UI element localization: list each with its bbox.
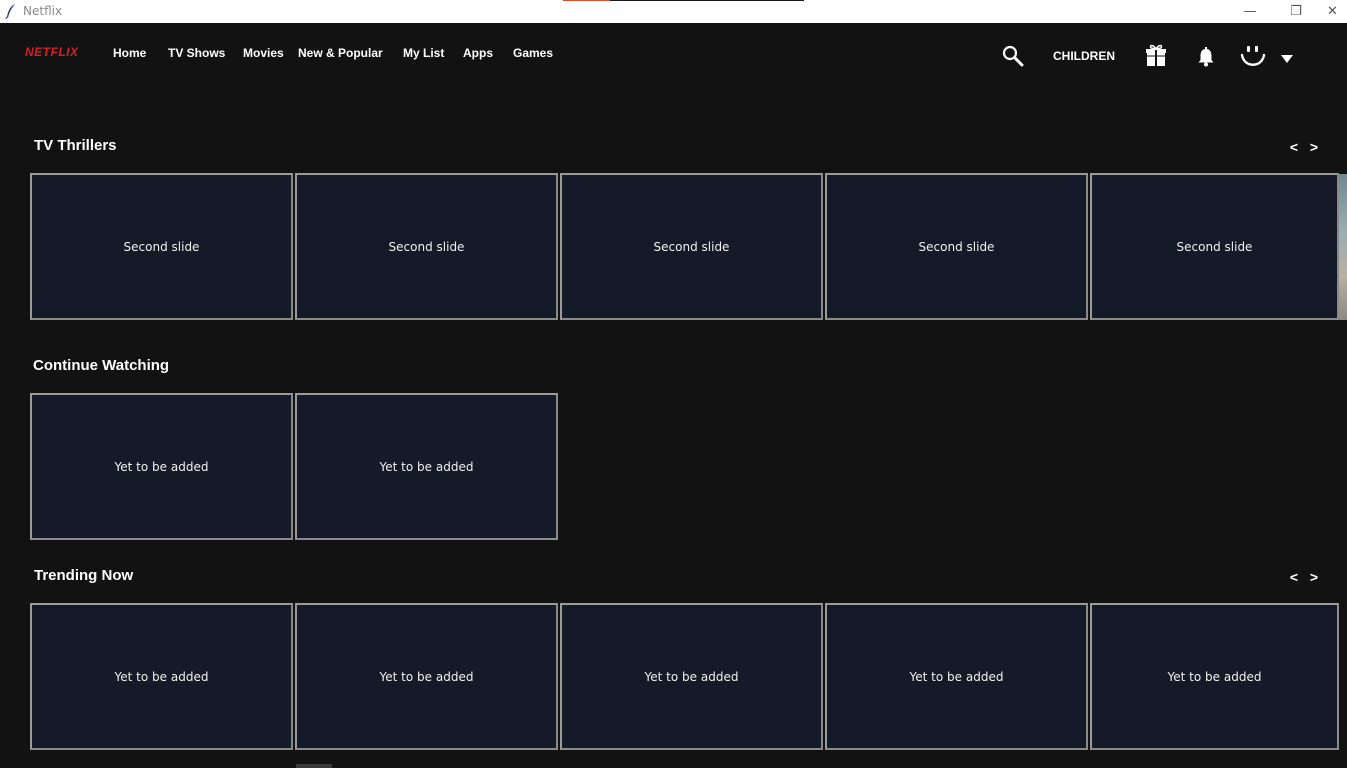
next-tile-peek-thumbnail[interactable] (1339, 174, 1347, 320)
tile-card[interactable]: Yet to be added (30, 393, 293, 540)
tile-card[interactable]: Yet to be added (560, 603, 823, 750)
tile-label: Yet to be added (1167, 669, 1262, 684)
tile-card[interactable]: Yet to be added (295, 393, 558, 540)
tile-label: Yet to be added (379, 669, 474, 684)
tile-label: Second slide (1176, 239, 1253, 254)
gift-icon[interactable] (1145, 43, 1167, 67)
tile-label: Second slide (918, 239, 995, 254)
title-accent-strip-red (563, 0, 610, 1)
tile-label: Yet to be added (379, 459, 474, 474)
tile-card[interactable]: Second slide (30, 173, 293, 320)
search-icon[interactable] (1002, 45, 1024, 67)
maximize-button[interactable]: ❐ (1273, 0, 1319, 23)
close-button[interactable]: ✕ (1318, 0, 1347, 23)
nav-link-new-popular[interactable]: New & Popular (298, 46, 383, 60)
tile-card[interactable]: Yet to be added (30, 603, 293, 750)
row-title-tv-thrillers: TV Thrillers (34, 137, 117, 154)
tile-card[interactable]: Second slide (560, 173, 823, 320)
top-navbar: NETFLIX Home TV Shows Movies New & Popul… (0, 23, 1347, 85)
tile-label: Yet to be added (909, 669, 1004, 684)
nav-link-home[interactable]: Home (113, 46, 146, 60)
next-arrow-button[interactable]: > (1304, 569, 1324, 585)
feather-icon (5, 4, 15, 19)
row-title-continue-watching: Continue Watching (33, 357, 170, 374)
row-arrows-tv-thrillers: < > (1284, 139, 1324, 155)
tile-label: Second slide (123, 239, 200, 254)
tile-card[interactable]: Yet to be added (1090, 603, 1339, 750)
horizontal-scrollbar-thumb[interactable] (296, 764, 332, 768)
prev-arrow-button[interactable]: < (1284, 139, 1304, 155)
tile-card[interactable]: Second slide (825, 173, 1088, 320)
nav-link-tv-shows[interactable]: TV Shows (168, 46, 225, 60)
caret-down-icon[interactable] (1280, 54, 1294, 64)
row-title-trending-now: Trending Now (34, 567, 134, 584)
bell-icon[interactable] (1197, 47, 1215, 67)
nav-link-movies[interactable]: Movies (243, 46, 284, 60)
tile-card[interactable]: Second slide (295, 173, 558, 320)
children-profile-link[interactable]: CHILDREN (1053, 49, 1115, 63)
row-arrows-trending-now: < > (1284, 569, 1324, 585)
nav-link-apps[interactable]: Apps (463, 46, 493, 60)
tile-label: Yet to be added (114, 459, 209, 474)
tile-label: Second slide (388, 239, 465, 254)
tile-label: Second slide (653, 239, 730, 254)
nav-link-games[interactable]: Games (513, 46, 553, 60)
netflix-logo[interactable]: NETFLIX (25, 45, 79, 59)
tile-label: Yet to be added (114, 669, 209, 684)
prev-arrow-button[interactable]: < (1284, 569, 1304, 585)
tile-card[interactable]: Yet to be added (295, 603, 558, 750)
window-title: Netflix (23, 4, 63, 18)
minimize-button[interactable]: — (1227, 0, 1273, 23)
next-arrow-button[interactable]: > (1304, 139, 1324, 155)
tile-card[interactable]: Yet to be added (825, 603, 1088, 750)
tile-card[interactable]: Second slide (1090, 173, 1339, 320)
profile-smiley-icon[interactable] (1240, 44, 1266, 70)
tile-label: Yet to be added (644, 669, 739, 684)
nav-link-my-list[interactable]: My List (403, 46, 444, 60)
window-title-bar: Netflix — ❐ ✕ (0, 0, 1347, 23)
